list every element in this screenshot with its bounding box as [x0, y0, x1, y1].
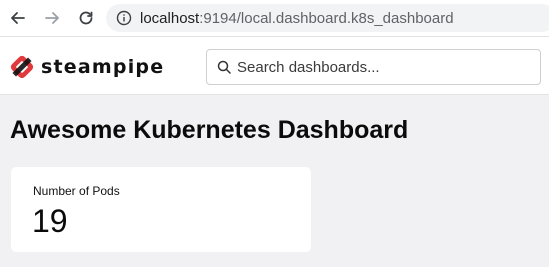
- forward-arrow-icon: [45, 12, 59, 24]
- app-header: steampipe: [0, 36, 549, 95]
- back-arrow-icon: [11, 12, 25, 24]
- address-bar[interactable]: localhost:9194/local.dashboard.k8s_dashb…: [106, 4, 549, 32]
- url-text: localhost:9194/local.dashboard.k8s_dashb…: [140, 10, 454, 27]
- page-title: Awesome Kubernetes Dashboard: [10, 116, 409, 144]
- reload-button[interactable]: [76, 8, 96, 28]
- steampipe-logo-icon: [10, 55, 34, 79]
- logo-text: steampipe: [41, 56, 165, 78]
- card-label: Number of Pods: [33, 184, 120, 198]
- browser-toolbar: localhost:9194/local.dashboard.k8s_dashb…: [0, 0, 549, 36]
- url-host: localhost: [140, 9, 200, 27]
- search-box[interactable]: [206, 49, 541, 85]
- pods-count-card: Number of Pods 19: [11, 167, 311, 252]
- info-icon[interactable]: [116, 10, 132, 26]
- back-button[interactable]: [8, 8, 28, 28]
- steampipe-logo[interactable]: steampipe: [9, 54, 164, 80]
- search-input[interactable]: [237, 58, 517, 76]
- card-value: 19: [32, 203, 68, 239]
- forward-button[interactable]: [42, 8, 62, 28]
- search-icon: [217, 60, 231, 74]
- url-path: :9194/local.dashboard.k8s_dashboard: [199, 9, 454, 27]
- reload-icon: [79, 11, 93, 25]
